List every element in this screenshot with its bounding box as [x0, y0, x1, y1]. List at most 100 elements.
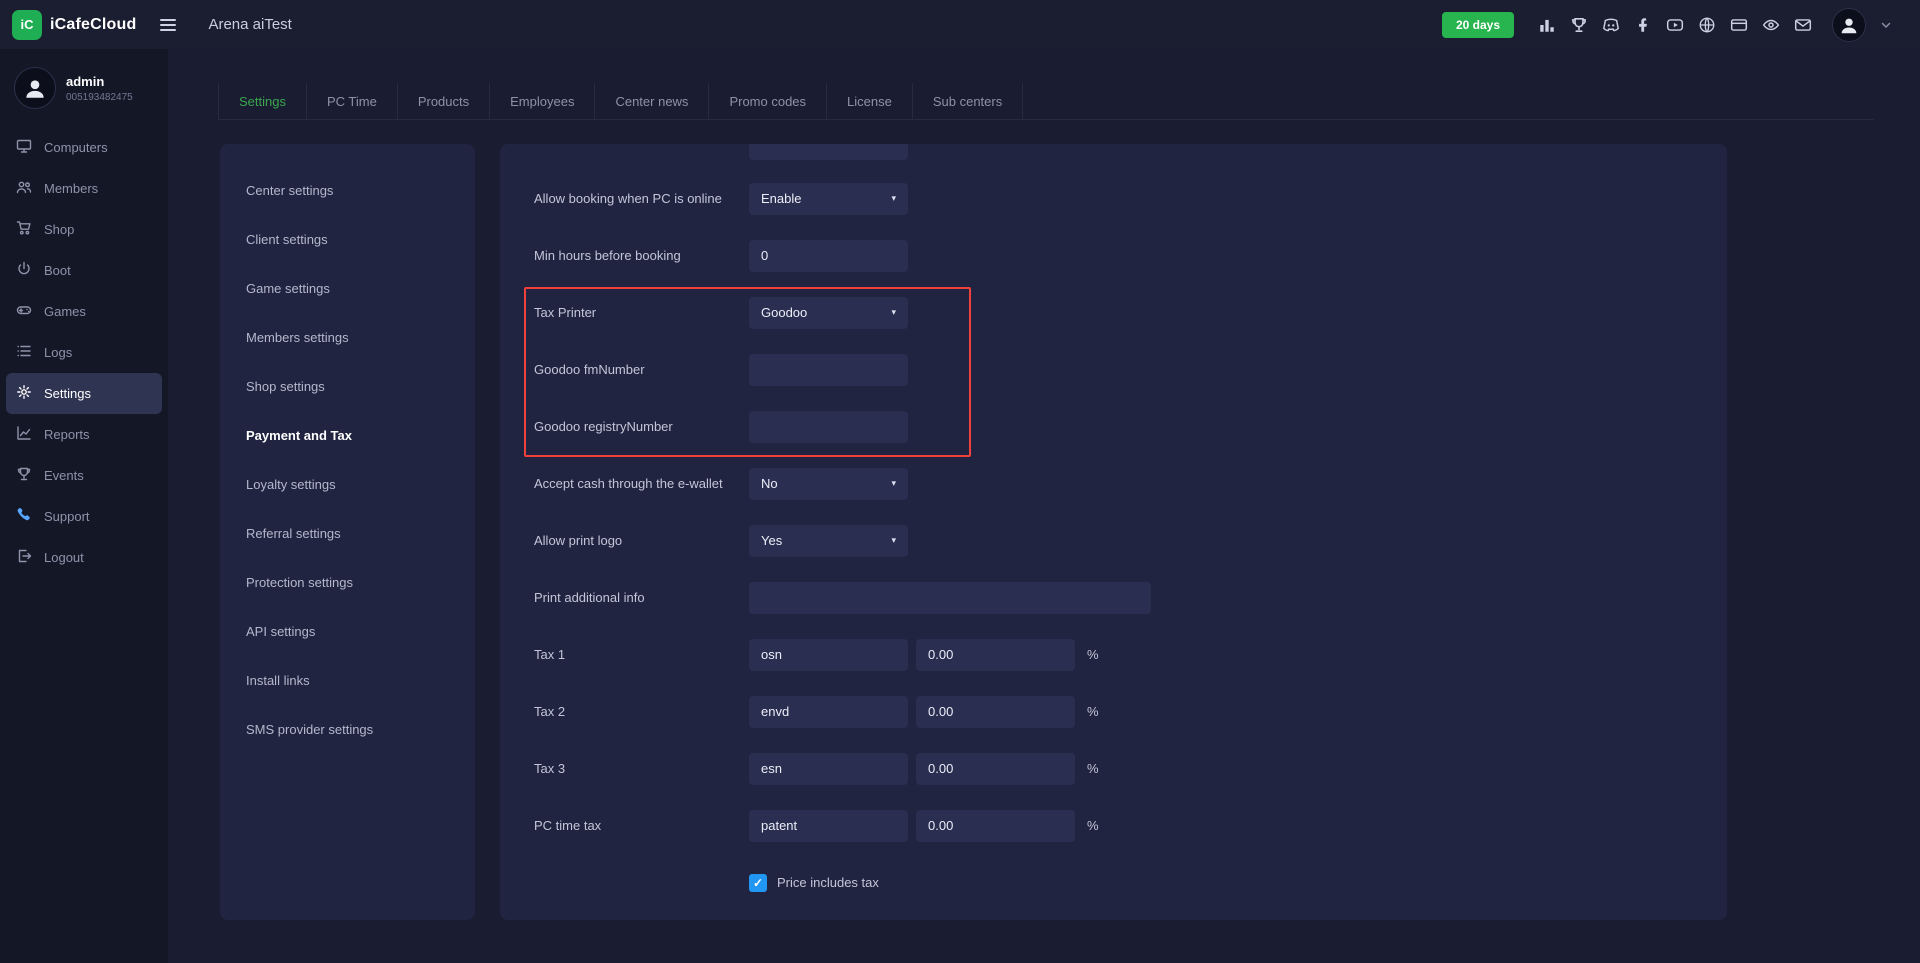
sidebar-item-computers[interactable]: Computers: [6, 127, 162, 168]
facebook-icon[interactable]: [1634, 16, 1652, 34]
tab-employees[interactable]: Employees: [490, 83, 595, 119]
chevron-down-icon: ▾: [891, 535, 896, 546]
analytics-icon[interactable]: [1538, 16, 1556, 34]
field-label: Tax 3: [534, 761, 749, 776]
form-row-pc-time-tax: PC time tax %: [500, 797, 1727, 854]
billing-icon[interactable]: [1730, 16, 1748, 34]
chevron-down-icon: ▾: [891, 193, 896, 204]
reviews-icon[interactable]: [1762, 16, 1780, 34]
settings-nav-loyalty[interactable]: Loyalty settings: [220, 460, 475, 509]
tax1-rate-input[interactable]: [916, 639, 1075, 671]
tab-center-news[interactable]: Center news: [595, 83, 709, 119]
field-label: Tax Printer: [534, 305, 749, 320]
sidebar-item-members[interactable]: Members: [6, 168, 162, 209]
settings-nav-install-links[interactable]: Install links: [220, 656, 475, 705]
sidebar-item-settings[interactable]: Settings: [6, 373, 162, 414]
settings-nav-shop[interactable]: Shop settings: [220, 362, 475, 411]
settings-nav-client[interactable]: Client settings: [220, 215, 475, 264]
price-includes-tax-checkbox[interactable]: ✓: [749, 874, 767, 892]
globe-icon[interactable]: [1698, 16, 1716, 34]
field-label: Goodoo registryNumber: [534, 419, 749, 434]
discord-icon[interactable]: [1602, 16, 1620, 34]
events-icon: [16, 466, 32, 485]
tab-promo-codes[interactable]: Promo codes: [709, 83, 827, 119]
logout-icon: [16, 548, 32, 567]
tab-license[interactable]: License: [827, 83, 913, 119]
license-days-badge[interactable]: 20 days: [1442, 12, 1514, 38]
field-label: Min hours before booking: [534, 248, 749, 263]
allow-print-logo-select[interactable]: Yes ▾: [749, 525, 908, 557]
accept-cash-select[interactable]: No ▾: [749, 468, 908, 500]
sidebar-item-events[interactable]: Events: [6, 455, 162, 496]
sidebar-item-games[interactable]: Games: [6, 291, 162, 332]
sidebar-item-logs[interactable]: Logs: [6, 332, 162, 373]
menu-toggle-icon[interactable]: [158, 15, 178, 35]
tab-settings[interactable]: Settings: [219, 83, 307, 119]
page-title: Arena aiTest: [208, 16, 291, 33]
settings-nav-referral[interactable]: Referral settings: [220, 509, 475, 558]
topbar-actions: 20 days: [1442, 8, 1892, 42]
tax3-rate-input[interactable]: [916, 753, 1075, 785]
allow-booking-select[interactable]: Enable ▾: [749, 183, 908, 215]
computers-icon: [16, 138, 32, 157]
field-label: Allow booking when PC is online: [534, 191, 749, 206]
mail-icon[interactable]: [1794, 16, 1812, 34]
chevron-down-icon[interactable]: [1880, 19, 1892, 31]
tab-sub-centers[interactable]: Sub centers: [913, 83, 1023, 119]
sidebar-item-reports[interactable]: Reports: [6, 414, 162, 455]
sidebar-item-boot[interactable]: Boot: [6, 250, 162, 291]
settings-nav-protection[interactable]: Protection settings: [220, 558, 475, 607]
boot-icon: [16, 261, 32, 280]
games-icon: [16, 302, 32, 321]
sidebar: admin 005193482475 Computers Members Sho…: [0, 49, 168, 963]
tax1-name-input[interactable]: [749, 639, 908, 671]
settings-nav-sms-provider[interactable]: SMS provider settings: [220, 705, 475, 754]
settings-nav-payment-tax[interactable]: Payment and Tax: [220, 411, 475, 460]
reports-icon: [16, 425, 32, 444]
tab-products[interactable]: Products: [398, 83, 490, 119]
topbar: iC iCafeCloud Arena aiTest 20 days: [0, 0, 1920, 49]
tax-printer-select[interactable]: Goodoo ▾: [749, 297, 908, 329]
sidebar-item-logout[interactable]: Logout: [6, 537, 162, 578]
chevron-down-icon: ▾: [891, 307, 896, 318]
youtube-icon[interactable]: [1666, 16, 1684, 34]
pc-time-tax-rate-input[interactable]: [916, 810, 1075, 842]
settings-nav-center[interactable]: Center settings: [220, 166, 475, 215]
field-label: Tax 1: [534, 647, 749, 662]
sidebar-item-shop[interactable]: Shop: [6, 209, 162, 250]
min-hours-input[interactable]: [749, 240, 908, 272]
trophy-icon[interactable]: [1570, 16, 1588, 34]
logs-icon: [16, 343, 32, 362]
chevron-down-icon: ▾: [891, 478, 896, 489]
main-content: Settings PC Time Products Employees Cent…: [168, 49, 1920, 963]
shop-icon: [16, 220, 32, 239]
goodoo-registrynumber-input[interactable]: [749, 411, 908, 443]
members-icon: [16, 179, 32, 198]
settings-nav-api[interactable]: API settings: [220, 607, 475, 656]
settings-nav-members[interactable]: Members settings: [220, 313, 475, 362]
sidebar-item-support[interactable]: Support: [6, 496, 162, 537]
form-row-tax2: Tax 2 %: [500, 683, 1727, 740]
tax2-name-input[interactable]: [749, 696, 908, 728]
form-row-print-additional-info: Print additional info: [500, 569, 1727, 626]
print-additional-info-input[interactable]: [749, 582, 1151, 614]
tab-pc-time[interactable]: PC Time: [307, 83, 398, 119]
field-label: Accept cash through the e-wallet: [534, 476, 749, 491]
tax3-name-input[interactable]: [749, 753, 908, 785]
profile-text: admin 005193482475: [66, 74, 133, 103]
goodoo-fmnumber-input[interactable]: [749, 354, 908, 386]
percent-label: %: [1087, 647, 1099, 662]
user-avatar[interactable]: [1832, 8, 1866, 42]
settings-nav-game[interactable]: Game settings: [220, 264, 475, 313]
tab-bar: Settings PC Time Products Employees Cent…: [218, 83, 1874, 120]
payment-tax-form-card: Allow booking when PC is online Enable ▾…: [500, 144, 1727, 920]
form-row-goodoo-fmnumber: Goodoo fmNumber: [500, 341, 1727, 398]
form-row-allow-booking: Allow booking when PC is online Enable ▾: [500, 170, 1727, 227]
app-brand[interactable]: iC iCafeCloud: [12, 10, 136, 40]
pc-time-tax-name-input[interactable]: [749, 810, 908, 842]
tax2-rate-input[interactable]: [916, 696, 1075, 728]
form-row-accept-cash: Accept cash through the e-wallet No ▾: [500, 455, 1727, 512]
app-name: iCafeCloud: [50, 16, 136, 34]
user-avatar[interactable]: [14, 67, 56, 109]
payment-tax-form: Allow booking when PC is online Enable ▾…: [500, 144, 1727, 911]
